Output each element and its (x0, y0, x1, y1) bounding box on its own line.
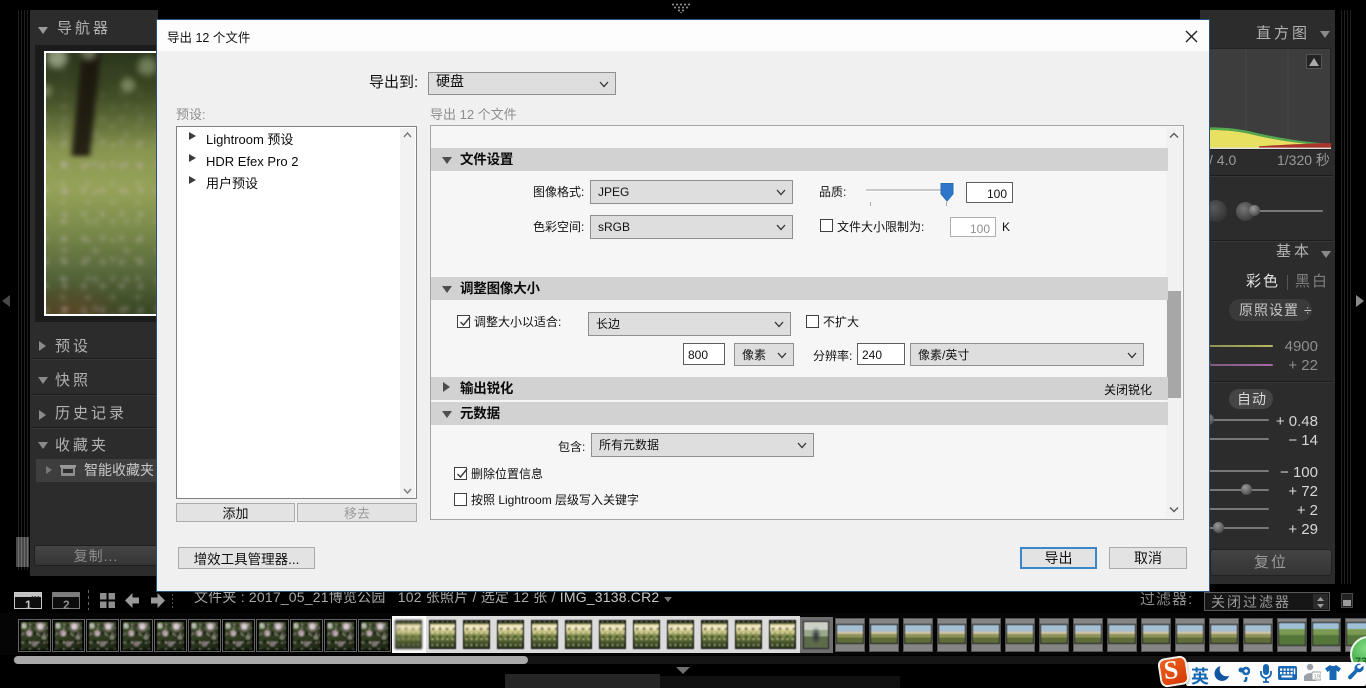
svg-text:19: 19 (1314, 675, 1321, 681)
